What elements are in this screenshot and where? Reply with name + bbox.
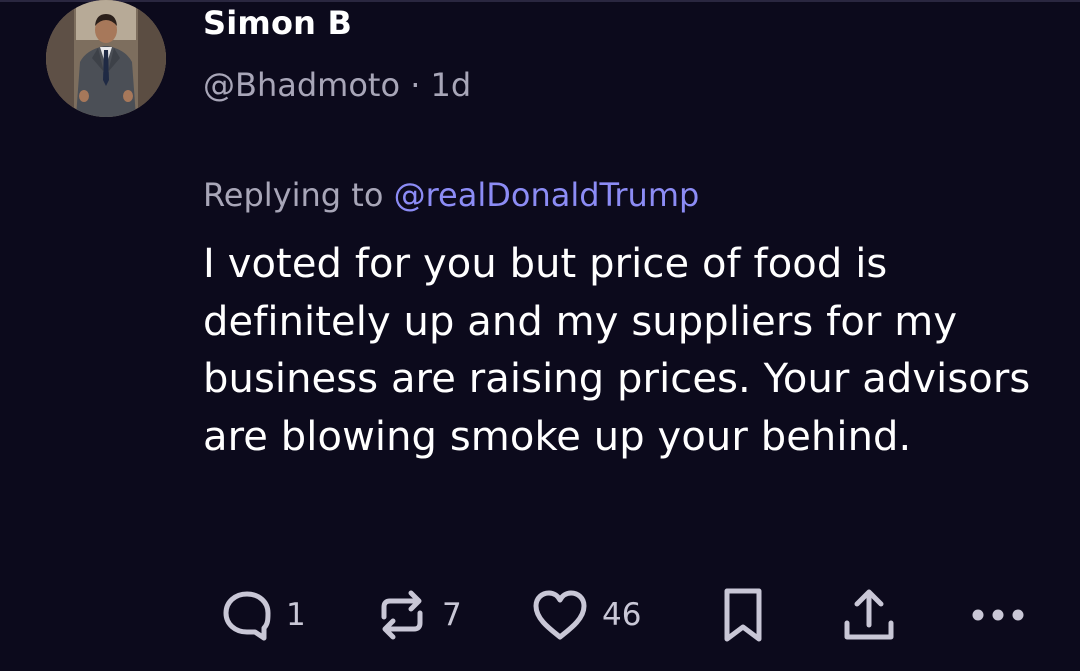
reply-button[interactable]: 1 [220,580,306,650]
reply-icon [220,588,274,642]
share-button[interactable] [840,580,898,650]
avatar[interactable] [46,0,166,117]
replying-to-label: Replying to [203,176,394,214]
like-button[interactable]: 46 [530,580,641,650]
post-text: I voted for you but price of food is def… [203,241,1031,460]
meta-separator: · [400,66,431,104]
reply-count: 1 [286,597,306,633]
avatar-image [46,0,166,117]
author-handle[interactable]: @Bhadmoto [203,66,400,104]
repost-icon [374,587,430,643]
action-bar: 1 7 46 [0,580,1080,650]
more-button[interactable] [968,580,1028,650]
replying-to: Replying to @realDonaldTrump [203,176,699,214]
more-icon [968,600,1028,630]
bookmark-button[interactable] [718,580,768,650]
share-icon [840,585,898,645]
bookmark-icon [718,585,768,645]
reply-mention-link[interactable]: @realDonaldTrump [394,176,700,214]
repost-count: 7 [442,597,462,633]
post: Simon B @Bhadmoto · 1d Replying to @real… [0,0,1080,671]
heart-icon [530,587,590,643]
repost-button[interactable]: 7 [374,580,462,650]
display-name[interactable]: Simon B [203,4,352,42]
handle-line: @Bhadmoto · 1d [203,66,471,104]
like-count: 46 [602,597,642,633]
post-time[interactable]: 1d [431,66,472,104]
